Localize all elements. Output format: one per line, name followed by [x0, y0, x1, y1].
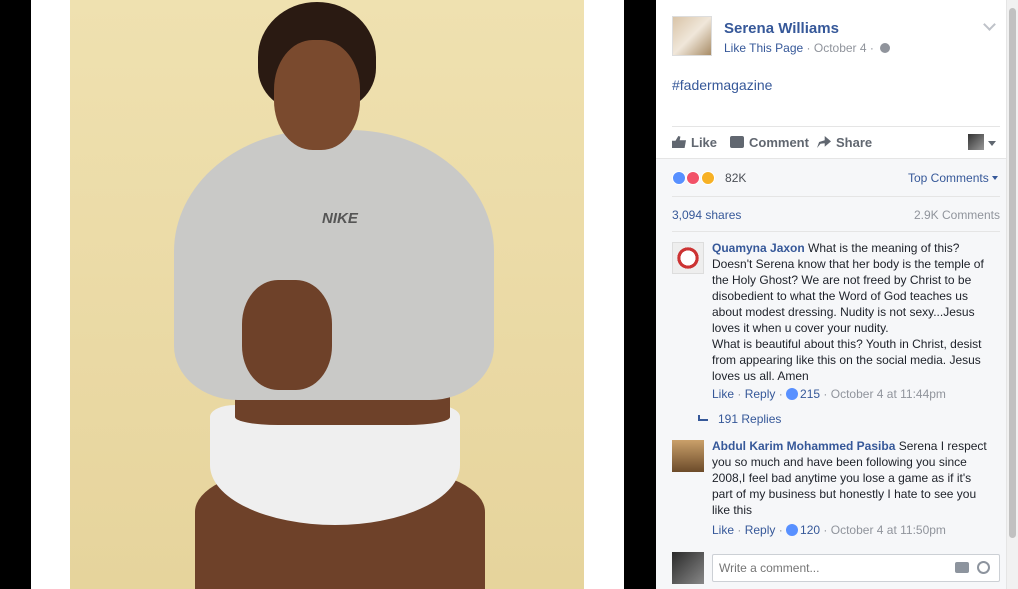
- comments-count[interactable]: 2.9K Comments: [914, 208, 1000, 222]
- like-reaction-icon: [786, 524, 799, 536]
- meta-separator: ·: [869, 41, 878, 55]
- meta-separator: ·: [806, 41, 814, 55]
- camera-icon[interactable]: [955, 562, 969, 573]
- photo-figure-arm: [242, 280, 332, 390]
- panel-scrollbar[interactable]: [1006, 0, 1018, 589]
- like-label: Like: [691, 135, 718, 150]
- photo-figure-head: [274, 40, 360, 150]
- action-separator: ·: [775, 523, 787, 537]
- action-separator: ·: [820, 523, 831, 537]
- emoji-icon[interactable]: [977, 561, 990, 574]
- photo-frame: NIKE: [31, 0, 624, 589]
- comment-author[interactable]: Abdul Karim Mohammed Pasiba: [712, 439, 895, 453]
- comment-like-link[interactable]: Like: [712, 523, 734, 537]
- comment-text: What is the meaning of this? Doesn't Ser…: [712, 241, 984, 335]
- page-avatar[interactable]: [672, 16, 712, 56]
- photo-brand-text: NIKE: [322, 210, 358, 227]
- comment-timestamp[interactable]: October 4 at 11:50pm: [831, 523, 946, 537]
- top-comments-label: Top Comments: [908, 171, 989, 185]
- action-separator: ·: [775, 387, 787, 401]
- top-comments-dropdown[interactable]: Top Comments: [908, 171, 998, 185]
- comment-author[interactable]: Quamyna Jaxon: [712, 241, 805, 255]
- like-page-link[interactable]: Like This Page: [724, 41, 803, 55]
- chevron-down-icon[interactable]: [983, 18, 996, 31]
- post-date[interactable]: October 4: [814, 41, 867, 55]
- photo-figure-sweater: [174, 130, 494, 400]
- commenter-avatar[interactable]: [672, 440, 704, 472]
- comment-like-count[interactable]: 215: [800, 387, 820, 401]
- comment-icon: [730, 136, 744, 148]
- comment-timestamp[interactable]: October 4 at 11:44pm: [831, 387, 946, 401]
- comment-actions: Like · Reply · 120 · October 4 at 11:50p…: [712, 523, 946, 537]
- action-separator: ·: [734, 387, 745, 401]
- thumbs-up-icon: [672, 136, 686, 148]
- divider: [672, 231, 1000, 232]
- viewer-avatar: [672, 552, 704, 584]
- shares-link[interactable]: 3,094 shares: [672, 208, 741, 222]
- action-separator: ·: [734, 523, 745, 537]
- replies-label: 191 Replies: [718, 412, 782, 426]
- post-meta: Like This Page · October 4 ·: [724, 41, 891, 55]
- like-reaction-icon: [672, 171, 686, 185]
- feedback-section: 82K Top Comments 3,094 shares 2.9K Comme…: [656, 158, 1006, 589]
- globe-icon: [880, 43, 891, 53]
- like-button[interactable]: Like: [672, 135, 717, 150]
- commenter-avatar[interactable]: [672, 242, 704, 274]
- like-reaction-icon: [786, 388, 799, 400]
- post-side-panel: Serena Williams Like This Page · October…: [656, 0, 1006, 589]
- comment-reply-link[interactable]: Reply: [745, 523, 776, 537]
- reply-arrow-icon: [698, 415, 708, 421]
- post-action-bar: Like Comment Share: [672, 126, 1000, 158]
- action-separator: ·: [820, 387, 831, 401]
- post-text-hashtag[interactable]: #fadermagazine: [672, 77, 772, 93]
- comment-label: Comment: [749, 135, 809, 150]
- reaction-count: 82K: [725, 171, 747, 185]
- wow-reaction-icon: [700, 171, 715, 185]
- divider: [672, 196, 1000, 197]
- caret-down-icon: [991, 176, 998, 180]
- comment-like-count[interactable]: 120: [800, 523, 820, 537]
- share-button[interactable]: Share: [817, 135, 872, 150]
- love-reaction-icon: [686, 171, 701, 185]
- photo-viewer-stage: NIKE: [0, 0, 656, 589]
- comment-like-link[interactable]: Like: [712, 387, 734, 401]
- page-name-link[interactable]: Serena Williams: [724, 20, 839, 37]
- caret-down-icon[interactable]: [988, 141, 996, 146]
- comment-composer: [672, 552, 1000, 586]
- comment-text-continued: What is beautiful about this? Youth in C…: [712, 337, 982, 383]
- post-photo[interactable]: NIKE: [70, 0, 584, 589]
- comment-body: Quamyna Jaxon What is the meaning of thi…: [712, 240, 990, 384]
- comment-reply-link[interactable]: Reply: [745, 387, 776, 401]
- viewer-avatar[interactable]: [968, 134, 984, 150]
- reactions-summary[interactable]: 82K: [672, 171, 746, 185]
- view-replies-link[interactable]: 191 Replies: [698, 412, 781, 426]
- scrollbar-thumb[interactable]: [1009, 8, 1016, 538]
- share-label: Share: [836, 135, 873, 150]
- comment-body: Abdul Karim Mohammed Pasiba Serena I res…: [712, 438, 990, 518]
- share-icon: [817, 136, 831, 148]
- comment-actions: Like · Reply · 215 · October 4 at 11:44p…: [712, 387, 946, 401]
